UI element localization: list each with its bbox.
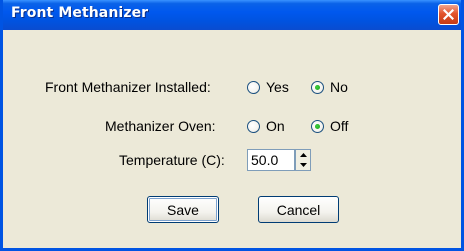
dialog-window: Front Methanizer Front Methanizer Instal… [0, 0, 464, 251]
title-bar[interactable]: Front Methanizer [3, 0, 461, 30]
save-button[interactable]: Save [147, 196, 219, 223]
close-icon [443, 9, 454, 20]
temperature-input[interactable] [247, 149, 295, 171]
arrow-down-icon [299, 163, 307, 167]
installed-yes-radio[interactable] [247, 81, 260, 94]
oven-on-label[interactable]: On [266, 118, 285, 134]
oven-on-radio[interactable] [247, 120, 260, 133]
installed-no-label[interactable]: No [330, 79, 348, 95]
window-title: Front Methanizer [11, 5, 149, 21]
spin-down-button[interactable] [296, 160, 310, 170]
oven-off-label[interactable]: Off [330, 118, 348, 134]
close-button[interactable] [438, 4, 459, 25]
installed-yes-label[interactable]: Yes [266, 79, 289, 95]
arrow-up-icon [299, 153, 307, 157]
temperature-spinner[interactable] [295, 149, 311, 171]
installed-label: Front Methanizer Installed: [45, 79, 211, 95]
oven-off-radio[interactable] [311, 120, 324, 133]
temperature-label: Temperature (C): [119, 152, 225, 168]
installed-no-radio[interactable] [311, 81, 324, 94]
oven-label: Methanizer Oven: [105, 118, 216, 134]
cancel-button[interactable]: Cancel [258, 196, 339, 223]
